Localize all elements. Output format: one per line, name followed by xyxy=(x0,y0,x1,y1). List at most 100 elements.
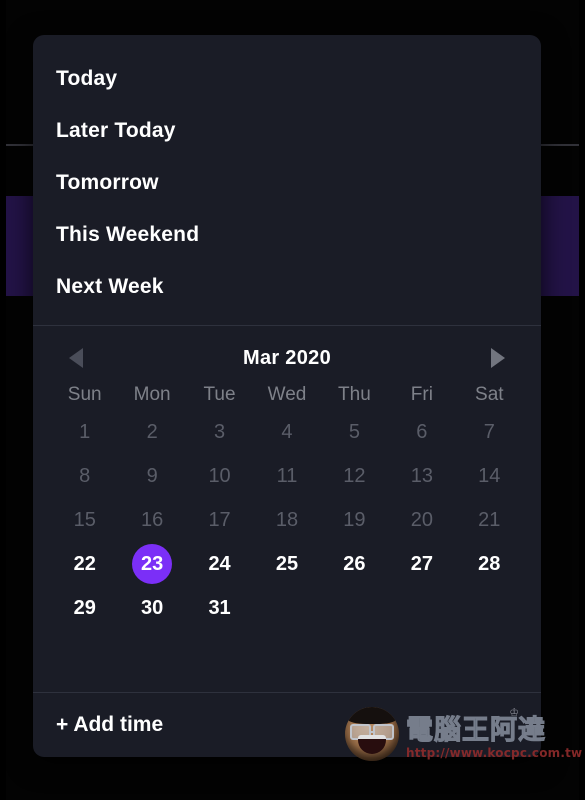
calendar-day[interactable]: 11 xyxy=(253,454,320,498)
add-time-button[interactable]: + Add time xyxy=(33,693,541,757)
calendar-day[interactable]: 5 xyxy=(321,410,388,454)
calendar-day[interactable]: 20 xyxy=(388,498,455,542)
calendar-day-label: 10 xyxy=(208,464,231,487)
calendar-day xyxy=(321,586,388,630)
calendar-day xyxy=(253,586,320,630)
calendar-day-selected[interactable]: 23 xyxy=(118,542,185,586)
calendar-day xyxy=(388,586,455,630)
calendar-day-label: 24 xyxy=(208,552,231,575)
calendar-day-label: 15 xyxy=(73,508,96,531)
triangle-left-icon xyxy=(69,348,83,368)
quick-menu-item[interactable]: Tomorrow xyxy=(33,157,541,209)
quick-menu-item[interactable]: Later Today xyxy=(33,105,541,157)
calendar-weekday-label: Sun xyxy=(67,384,102,405)
background-left-edge xyxy=(0,0,6,800)
calendar-day[interactable]: 10 xyxy=(186,454,253,498)
calendar-day xyxy=(456,586,523,630)
prev-month-button[interactable] xyxy=(63,345,89,371)
quick-menu-item[interactable]: Next Week xyxy=(33,261,541,313)
calendar-day[interactable]: 29 xyxy=(51,586,118,630)
calendar-day[interactable]: 14 xyxy=(456,454,523,498)
calendar-day[interactable]: 16 xyxy=(118,498,185,542)
calendar-day[interactable]: 19 xyxy=(321,498,388,542)
calendar-day-label: 2 xyxy=(146,420,158,443)
calendar-day-label: 30 xyxy=(141,596,164,619)
calendar-day[interactable]: 25 xyxy=(253,542,320,586)
calendar-day-label: 26 xyxy=(343,552,366,575)
calendar-day[interactable]: 15 xyxy=(51,498,118,542)
calendar-week-row: 8 9 10 11 12 13 14 xyxy=(51,454,523,498)
calendar-day-label: 3 xyxy=(214,420,226,443)
next-month-button[interactable] xyxy=(485,345,511,371)
calendar-day-label: 16 xyxy=(141,508,164,531)
triangle-right-icon xyxy=(490,348,505,368)
calendar-day-label: 13 xyxy=(410,464,433,487)
popup-footer: + Add time xyxy=(33,692,541,757)
calendar-day[interactable]: 1 xyxy=(51,410,118,454)
calendar-day[interactable]: 24 xyxy=(186,542,253,586)
calendar-day-label: 18 xyxy=(275,508,299,531)
calendar-day-grid: 1 2 3 4 5 6 7 8 9 10 11 12 13 14 15 16 17 18 19 20 21 22 23 24 2… xyxy=(51,410,523,630)
calendar-week-row: 29 30 31 xyxy=(51,586,523,630)
calendar-day-label: 23 xyxy=(132,544,173,584)
calendar-day-label xyxy=(267,588,307,628)
calendar-day[interactable]: 30 xyxy=(118,586,185,630)
calendar-day-label xyxy=(469,588,509,628)
calendar-day-label: 17 xyxy=(208,508,231,531)
calendar-day-label: 4 xyxy=(281,420,293,443)
calendar-day[interactable]: 27 xyxy=(388,542,455,586)
calendar-day[interactable]: 2 xyxy=(118,410,185,454)
calendar-day-label: 1 xyxy=(79,420,91,443)
date-picker-popup: Today Later Today Tomorrow This Weekend Next… xyxy=(33,35,541,757)
calendar-day-label xyxy=(402,588,442,628)
calendar-day-label: 27 xyxy=(410,552,433,575)
calendar-day-label: 28 xyxy=(478,552,501,575)
calendar-day-label: 5 xyxy=(348,420,360,443)
calendar-day[interactable]: 22 xyxy=(51,542,118,586)
calendar-weekday-label: Mon xyxy=(133,384,171,405)
calendar-day-label: 22 xyxy=(73,552,96,575)
calendar-day-label: 25 xyxy=(275,552,299,575)
calendar-day-label xyxy=(334,588,374,628)
calendar-day[interactable]: 21 xyxy=(456,498,523,542)
calendar-weekday-label: Sat xyxy=(475,384,504,405)
calendar-weekday-label: Thu xyxy=(338,384,371,405)
calendar-day-label: 6 xyxy=(416,420,428,443)
calendar-day[interactable]: 31 xyxy=(186,586,253,630)
calendar-day[interactable]: 4 xyxy=(253,410,320,454)
calendar-day[interactable]: 3 xyxy=(186,410,253,454)
calendar-panel: Mar 2020 Sun Mon Tue Wed Thu Fri Sat 123456789… xyxy=(33,326,541,692)
calendar-weekday-label: Tue xyxy=(203,384,236,405)
calendar-day-label: 8 xyxy=(79,464,91,487)
calendar-day[interactable]: 12 xyxy=(321,454,388,498)
calendar-day-label: 12 xyxy=(343,464,366,487)
quick-menu-item[interactable]: Today xyxy=(33,53,541,105)
calendar-day-label: 11 xyxy=(276,464,298,487)
calendar-week-row: 22 23 24 25 26 27 28 xyxy=(51,542,523,586)
calendar-month-title: Mar 2020 xyxy=(242,346,331,369)
calendar-weekday-label: Wed xyxy=(267,384,307,405)
calendar-day[interactable]: 26 xyxy=(321,542,388,586)
calendar-day[interactable]: 7 xyxy=(456,410,523,454)
calendar-day[interactable]: 13 xyxy=(388,454,455,498)
calendar-day-label: 7 xyxy=(483,420,495,443)
calendar-day-label: 19 xyxy=(343,508,366,531)
calendar-weekday-header: Sun Mon Tue Wed Thu Fri Sat xyxy=(51,384,523,406)
calendar-day-label: 21 xyxy=(478,508,501,531)
calendar-day[interactable]: 9 xyxy=(118,454,185,498)
quick-menu-item[interactable]: This Weekend xyxy=(33,209,541,261)
calendar-day-label: 9 xyxy=(146,464,158,487)
calendar-day[interactable]: 17 xyxy=(186,498,253,542)
calendar-header: Mar 2020 xyxy=(51,334,523,382)
calendar-day[interactable]: 8 xyxy=(51,454,118,498)
calendar-day-label: 31 xyxy=(208,596,231,619)
calendar-day-label: 20 xyxy=(410,508,433,531)
background-right-edge xyxy=(579,0,585,800)
calendar-day[interactable]: 6 xyxy=(388,410,455,454)
quick-date-menu: Today Later Today Tomorrow This Weekend Next… xyxy=(33,35,541,325)
calendar-day-label: 14 xyxy=(478,464,501,487)
calendar-day[interactable]: 18 xyxy=(253,498,320,542)
calendar-day[interactable]: 28 xyxy=(456,542,523,586)
calendar-week-row: 1 2 3 4 5 6 7 xyxy=(51,410,523,454)
calendar-week-row: 15 16 17 18 19 20 21 xyxy=(51,498,523,542)
